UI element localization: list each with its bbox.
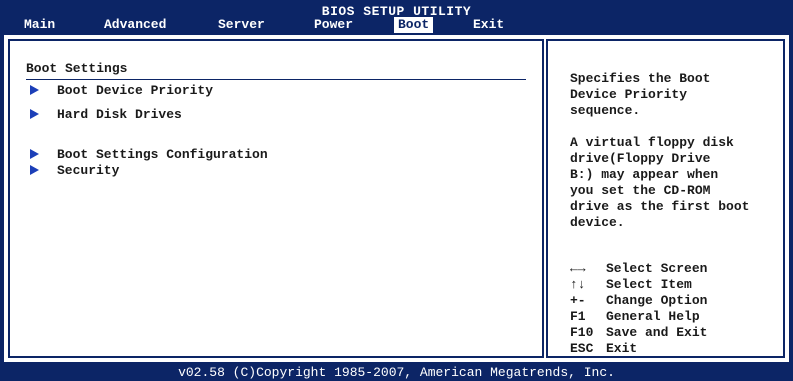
key-label: F10 bbox=[570, 325, 594, 340]
menu-item-label: Hard Disk Drives bbox=[57, 107, 182, 122]
submenu-arrow-icon bbox=[30, 85, 39, 95]
bios-header: BIOS SETUP UTILITY Main Advanced Server … bbox=[0, 0, 793, 33]
tab-power[interactable]: Power bbox=[310, 17, 357, 33]
section-divider bbox=[26, 79, 526, 80]
tab-bar: Main Advanced Server Power Boot Exit bbox=[0, 17, 793, 33]
menu-item-security[interactable]: Security bbox=[30, 163, 119, 178]
menu-item-boot-device-priority[interactable]: Boot Device Priority bbox=[30, 83, 213, 98]
key-label: F1 bbox=[570, 309, 586, 324]
key-row-select-item: ↑↓ Select Item bbox=[570, 277, 692, 292]
help-line: drive as the first boot bbox=[570, 199, 750, 214]
help-line: drive(Floppy Drive bbox=[570, 151, 711, 166]
arrows-left-right-icon: ←→ bbox=[570, 261, 586, 276]
tab-server[interactable]: Server bbox=[214, 17, 269, 33]
key-label: +- bbox=[570, 293, 586, 308]
help-line: you set the CD-ROM bbox=[570, 183, 711, 198]
key-row-exit: ESC Exit bbox=[570, 341, 638, 356]
tab-main[interactable]: Main bbox=[20, 17, 59, 33]
key-row-change-option: +- Change Option bbox=[570, 293, 708, 308]
help-line: Device Priority bbox=[570, 87, 688, 102]
menu-item-boot-settings-configuration[interactable]: Boot Settings Configuration bbox=[30, 147, 268, 162]
submenu-arrow-icon bbox=[30, 149, 39, 159]
help-line: Specifies the Boot bbox=[570, 71, 711, 86]
tab-boot[interactable]: Boot bbox=[394, 17, 434, 33]
submenu-arrow-icon bbox=[30, 109, 39, 119]
main-area: Boot Settings Boot Device Priority Hard … bbox=[4, 35, 789, 362]
tab-exit[interactable]: Exit bbox=[469, 17, 508, 33]
help-text: Specifies the Boot Device Priority seque… bbox=[570, 71, 784, 231]
settings-panel: Boot Settings Boot Device Priority Hard … bbox=[8, 39, 544, 358]
menu-item-label: Boot Settings Configuration bbox=[57, 147, 268, 162]
submenu-arrow-icon bbox=[30, 165, 39, 175]
menu-item-label: Security bbox=[57, 163, 120, 178]
copyright-footer: v02.58 (C)Copyright 1985-2007, American … bbox=[178, 365, 615, 380]
key-label: ESC bbox=[570, 341, 594, 356]
help-line: sequence. bbox=[570, 103, 641, 118]
help-panel: Specifies the Boot Device Priority seque… bbox=[546, 39, 785, 358]
key-legend: ←→ Select Screen ↑↓ Select Item +- Change O… bbox=[570, 261, 707, 357]
menu-item-hard-disk-drives[interactable]: Hard Disk Drives bbox=[30, 107, 182, 122]
arrows-up-down-icon: ↑↓ bbox=[570, 277, 586, 292]
key-row-general-help: F1 General Help bbox=[570, 309, 700, 324]
key-row-select-screen: ←→ Select Screen bbox=[570, 261, 708, 276]
help-line: A virtual floppy disk bbox=[570, 135, 734, 150]
help-spacer bbox=[570, 119, 784, 135]
help-line: device. bbox=[570, 215, 625, 230]
key-row-save-exit: F10 Save and Exit bbox=[570, 325, 708, 340]
help-line: B:) may appear when bbox=[570, 167, 719, 182]
tab-advanced[interactable]: Advanced bbox=[100, 17, 170, 33]
section-title: Boot Settings bbox=[26, 61, 128, 76]
menu-item-label: Boot Device Priority bbox=[57, 83, 214, 98]
